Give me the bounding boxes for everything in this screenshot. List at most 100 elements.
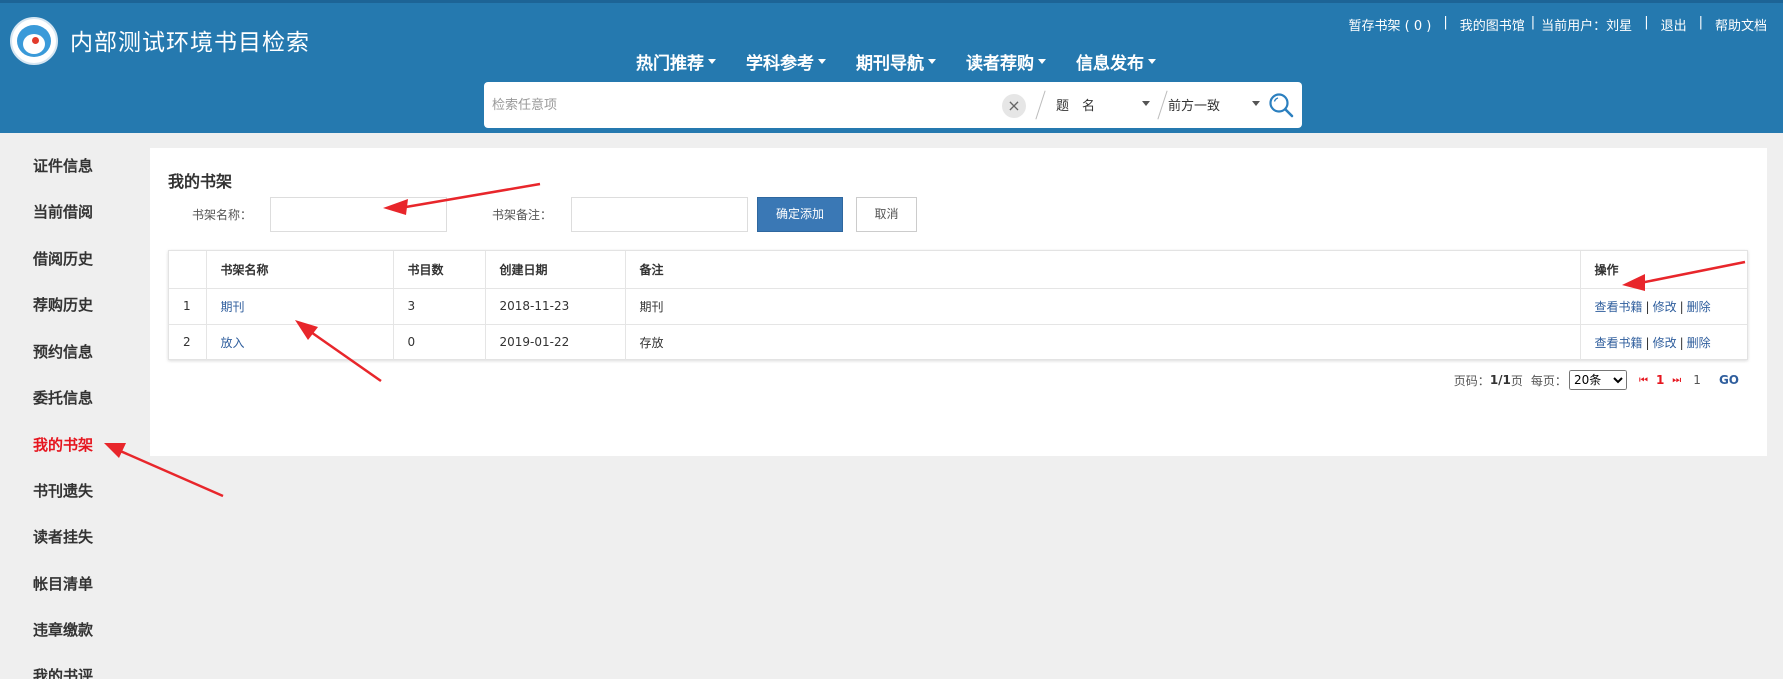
top-link-separator: |: [1530, 15, 1536, 30]
nav-label: 信息发布: [1076, 54, 1144, 74]
col-header-date: 创建日期: [485, 251, 626, 289]
ops-separator: |: [1679, 335, 1684, 350]
logout-link[interactable]: 退出: [1661, 15, 1687, 34]
nav-label: 期刊导航: [856, 54, 924, 74]
top-header: 内部测试环境书目检索 暂存书架 ( 0 ) | 我的图书馆 | 当前用户： 刘星…: [0, 0, 1783, 133]
caret-down-icon: [1038, 59, 1046, 64]
ops-separator: |: [1645, 299, 1650, 314]
top-link-separator: |: [1644, 15, 1649, 30]
nav-label: 热门推荐: [636, 54, 704, 74]
row-date: 2019-01-22: [485, 324, 626, 360]
first-page-icon[interactable]: ⏮: [1639, 375, 1648, 386]
site-title[interactable]: 内部测试环境书目检索: [70, 23, 310, 57]
view-books-link[interactable]: 查看书籍: [1595, 300, 1643, 314]
row-ops: 查看书籍 | 修改 | 删除: [1580, 324, 1747, 360]
table-header-row: 书架名称 书目数 创建日期 备注 操作: [169, 251, 1747, 289]
search-match-select[interactable]: 前方一致: [1168, 95, 1264, 114]
shelf-name-input[interactable]: [270, 197, 447, 232]
ops-separator: |: [1645, 335, 1650, 350]
col-header-shelf-name: 书架名称: [206, 251, 394, 289]
nav-journal-guide[interactable]: 期刊导航: [856, 49, 936, 74]
caret-down-icon: [818, 59, 826, 64]
search-divider: [1157, 90, 1168, 120]
sidebar-item-account-list[interactable]: 帐目清单: [33, 573, 93, 594]
nav-subject-reference[interactable]: 学科参考: [746, 49, 826, 74]
search-input[interactable]: [492, 90, 992, 120]
sidebar-item-violation-fee[interactable]: 违章缴款: [33, 619, 93, 640]
logo-nose-icon: [32, 37, 39, 44]
edit-link[interactable]: 修改: [1653, 336, 1677, 350]
page-title: 我的书架: [168, 172, 233, 191]
shelf-name-link[interactable]: 放入: [221, 336, 245, 350]
table-row: 1 期刊 3 2018-11-23 期刊 查看书籍 | 修改 | 删除: [169, 288, 1747, 325]
row-index: 2: [169, 324, 207, 360]
row-shelf-name-cell: 放入: [206, 324, 394, 360]
row-shelf-name-cell: 期刊: [206, 288, 394, 325]
per-page-select[interactable]: 20条: [1568, 370, 1627, 390]
current-user-name[interactable]: 刘星: [1606, 15, 1632, 34]
row-count: 3: [393, 288, 486, 325]
page-label: 页码：: [1453, 373, 1490, 388]
edit-link[interactable]: 修改: [1653, 300, 1677, 314]
shelf-note-input[interactable]: [571, 197, 748, 232]
delete-link[interactable]: 删除: [1687, 336, 1711, 350]
search-match-value: 前方一致: [1168, 99, 1221, 114]
ops-separator: |: [1679, 299, 1684, 314]
sidebar-item-my-reviews[interactable]: 我的书评: [33, 665, 93, 679]
nav-label: 学科参考: [746, 54, 814, 74]
site-logo[interactable]: [10, 17, 58, 65]
row-note: 期刊: [625, 288, 1581, 325]
go-button[interactable]: GO: [1719, 373, 1739, 387]
row-date: 2018-11-23: [485, 288, 626, 325]
col-header-ops: 操作: [1580, 251, 1747, 289]
top-link-separator: |: [1698, 15, 1703, 30]
sidebar-item-card-info[interactable]: 证件信息: [33, 155, 93, 176]
goto-page-input[interactable]: 1: [1693, 373, 1701, 387]
top-link-separator: |: [1443, 15, 1448, 30]
shelf-name-link[interactable]: 期刊: [221, 300, 245, 314]
delete-link[interactable]: 删除: [1687, 300, 1711, 314]
temp-shelf-count: ( 0 ): [1404, 19, 1432, 34]
row-index: 1: [169, 288, 207, 325]
cancel-button[interactable]: 取消: [856, 197, 917, 232]
search-icon[interactable]: [1268, 92, 1294, 118]
page-suffix: 页: [1510, 373, 1523, 388]
nav-label: 读者荐购: [966, 54, 1034, 74]
sidebar-item-recommend-history[interactable]: 荐购历史: [33, 294, 93, 315]
last-page-icon[interactable]: ⏭: [1672, 375, 1681, 386]
clear-icon[interactable]: ×: [1002, 94, 1026, 118]
chevron-down-icon: [1252, 101, 1260, 106]
page-value: 1/1: [1489, 373, 1511, 387]
sidebar-item-lost-books[interactable]: 书刊遗失: [33, 480, 93, 501]
caret-down-icon: [708, 59, 716, 64]
caret-down-icon: [928, 59, 936, 64]
help-link[interactable]: 帮助文档: [1715, 15, 1767, 34]
nav-hot-recommend[interactable]: 热门推荐: [636, 49, 716, 74]
sidebar-item-commission[interactable]: 委托信息: [33, 387, 93, 408]
confirm-add-button[interactable]: 确定添加: [757, 197, 843, 232]
shelf-table: 书架名称 书目数 创建日期 备注 操作 1 期刊 3 2018-11-23 期刊…: [168, 250, 1748, 360]
sidebar-item-reader-report-loss[interactable]: 读者挂失: [33, 526, 93, 547]
nav-info-publish[interactable]: 信息发布: [1076, 49, 1156, 74]
table-row: 2 放入 0 2019-01-22 存放 查看书籍 | 修改 | 删除: [169, 324, 1747, 360]
main-nav: 热门推荐 学科参考 期刊导航 读者荐购 信息发布: [636, 49, 1186, 74]
col-header-count: 书目数: [393, 251, 486, 289]
content-panel: 我的书架 书架名称： 书架备注： 确定添加 取消 书架名称 书目数 创建日期 备…: [150, 148, 1767, 456]
temp-shelf-link[interactable]: 暂存书架 ( 0 ): [1349, 15, 1432, 34]
sidebar-item-current-borrow[interactable]: 当前借阅: [33, 201, 93, 222]
view-books-link[interactable]: 查看书籍: [1595, 336, 1643, 350]
sidebar-item-my-shelf[interactable]: 我的书架: [33, 434, 93, 455]
per-page-label: 每页：: [1530, 373, 1567, 388]
pagination: 页码： 1/1 页 每页： 20条 ⏮ 1 ⏭ 1 GO: [1454, 370, 1739, 390]
search-field-select[interactable]: 题 名: [1056, 95, 1156, 114]
row-count: 0: [393, 324, 486, 360]
sidebar-item-borrow-history[interactable]: 借阅历史: [33, 248, 93, 269]
nav-reader-recommend[interactable]: 读者荐购: [966, 49, 1046, 74]
caret-down-icon: [1148, 59, 1156, 64]
col-header-index: [169, 251, 207, 289]
chevron-down-icon: [1142, 101, 1150, 106]
my-library-link[interactable]: 我的图书馆: [1460, 15, 1525, 34]
row-ops: 查看书籍 | 修改 | 删除: [1580, 288, 1747, 325]
sidebar-item-reservation[interactable]: 预约信息: [33, 341, 93, 362]
current-page: 1: [1655, 373, 1665, 387]
